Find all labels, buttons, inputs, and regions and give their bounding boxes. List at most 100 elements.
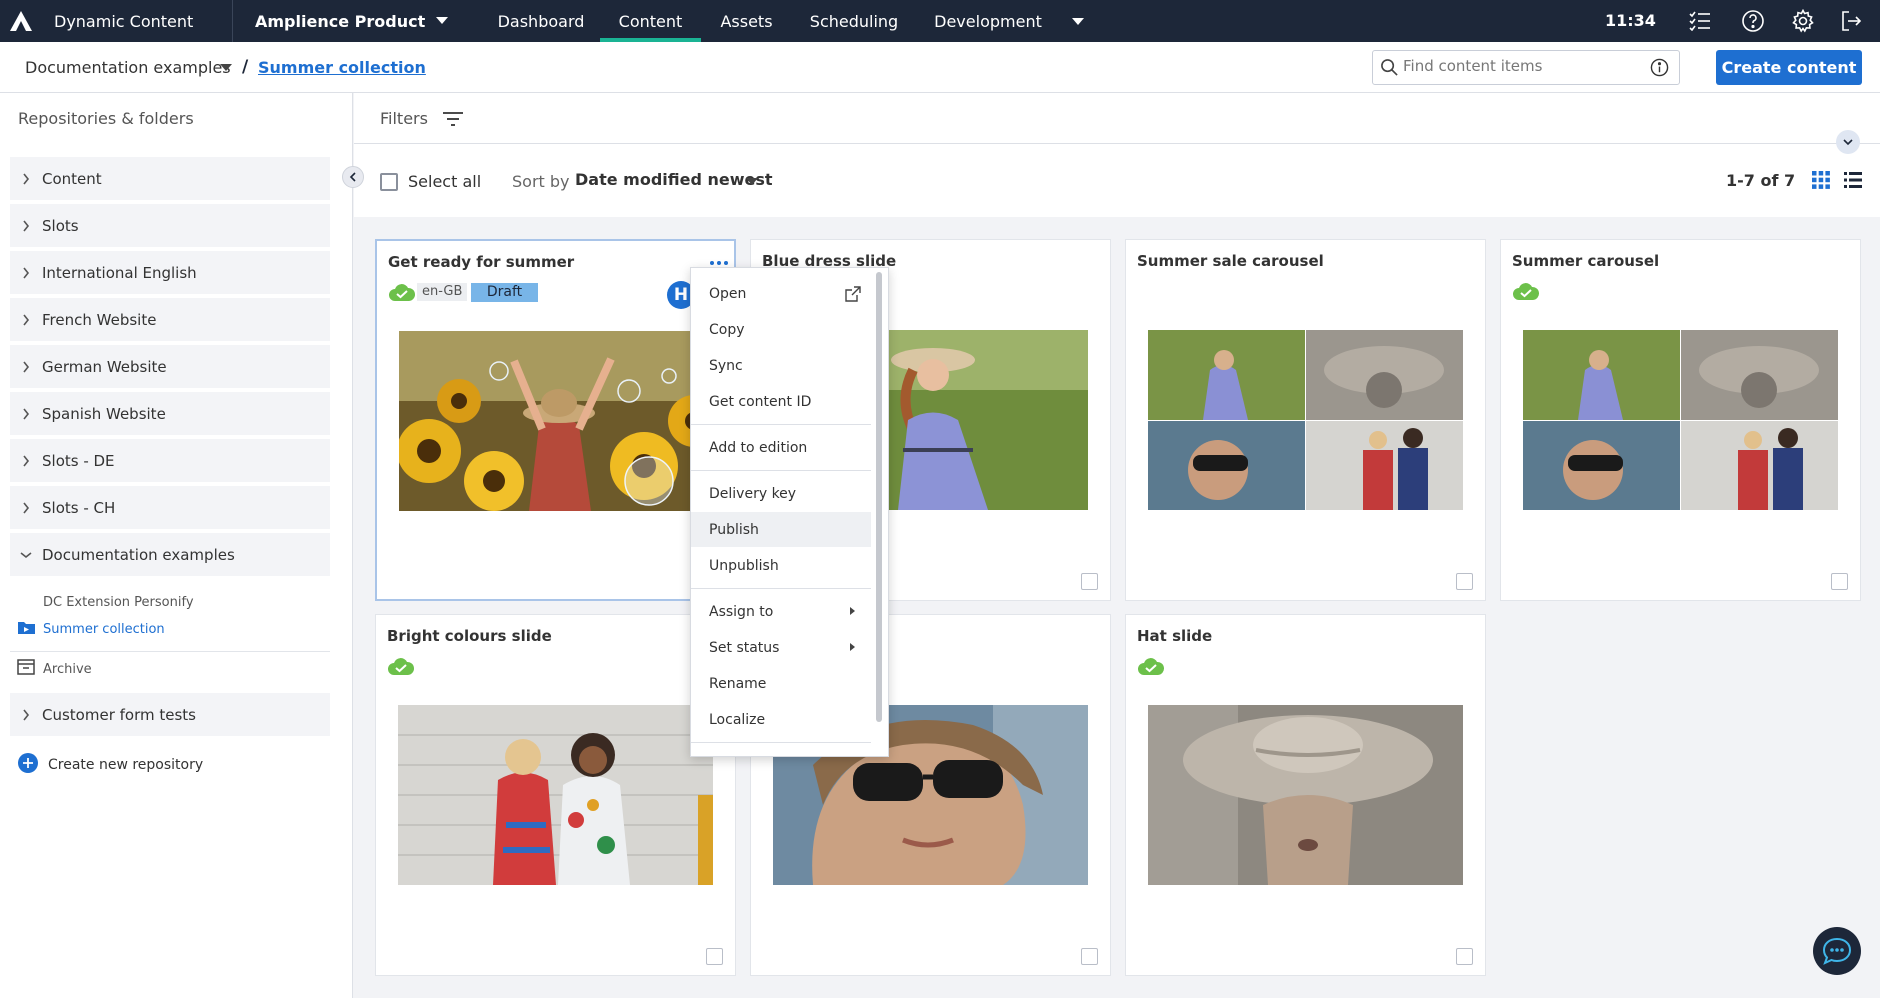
sidebar-item-german-website[interactable]: German Website — [10, 345, 330, 388]
menu-item-label: Set status — [709, 639, 780, 656]
menu-item-label: Open — [709, 285, 747, 302]
create-content-button[interactable]: Create content — [1716, 50, 1862, 85]
sidebar-item-slots-ch[interactable]: Slots - CH — [10, 486, 330, 529]
chat-button[interactable] — [1813, 927, 1861, 975]
menu-item-rename[interactable]: Rename — [691, 666, 871, 701]
breadcrumb-bar: Documentation examples / Summer collecti… — [0, 42, 1880, 93]
archive-icon — [17, 659, 35, 679]
cloud-check-icon — [388, 658, 415, 675]
card-checkbox[interactable] — [706, 948, 723, 965]
sidebar-item-label: Slots — [42, 216, 79, 235]
menu-item-unpublish[interactable]: Unpublish — [691, 548, 871, 583]
list-view-icon[interactable] — [1844, 171, 1862, 193]
menu-divider — [691, 742, 871, 743]
menu-item-sync[interactable]: Sync — [691, 348, 871, 383]
menu-item-copy[interactable]: Copy — [691, 312, 871, 347]
tasks-icon[interactable] — [1685, 6, 1715, 36]
grid-view-icon[interactable] — [1812, 171, 1830, 193]
chevron-down-icon — [10, 551, 42, 559]
sidebar-item-international-english[interactable]: International English — [10, 251, 330, 294]
content-card[interactable]: Hat slide — [1125, 614, 1486, 976]
sidebar-item-label: Spanish Website — [42, 404, 166, 423]
menu-item-assign-to[interactable]: Assign to — [691, 594, 871, 629]
content-card[interactable]: Summer sale carousel — [1125, 239, 1486, 601]
sidebar-item-documentation-examples[interactable]: Documentation examples — [10, 533, 330, 576]
card-checkbox[interactable] — [1081, 573, 1098, 590]
card-checkbox[interactable] — [1456, 948, 1473, 965]
add-icon — [17, 752, 39, 778]
card-checkbox[interactable] — [1456, 573, 1473, 590]
sidebar-item-slots-de[interactable]: Slots - DE — [10, 439, 330, 482]
content-card[interactable]: Get ready for summer en-GB Draft H — [375, 239, 736, 601]
settings-icon[interactable] — [1788, 6, 1818, 36]
sidebar-archive[interactable]: Archive — [17, 659, 92, 679]
help-icon[interactable] — [1738, 6, 1768, 36]
content-card[interactable]: Summer carousel — [1500, 239, 1861, 601]
chevron-right-icon — [10, 361, 42, 373]
create-repository-button[interactable]: Create new repository — [17, 752, 203, 778]
menu-item-open[interactable]: Open — [691, 276, 871, 311]
sidebar-folder-summer-collection[interactable]: Summer collection — [17, 620, 165, 639]
select-all-checkbox[interactable] — [380, 172, 398, 191]
menu-item-localize[interactable]: Localize — [691, 702, 871, 737]
filter-icon[interactable] — [442, 111, 464, 131]
create-repository-label: Create new repository — [48, 757, 204, 773]
sidebar-folder-label: Summer collection — [43, 622, 165, 637]
menu-item-add-to-edition[interactable]: Add to edition — [691, 430, 871, 465]
tab-scheduling[interactable]: Scheduling — [792, 0, 916, 42]
content-card[interactable]: Bright colours slide — [375, 614, 736, 976]
chevron-right-icon — [10, 173, 42, 185]
select-all-label: Select all — [408, 172, 482, 191]
sidebar-item-label: Content — [42, 169, 102, 188]
sidebar-item-slots[interactable]: Slots — [10, 204, 330, 247]
carousel-collage-image — [1523, 330, 1838, 510]
chevron-down-icon — [1071, 17, 1084, 25]
collapse-sidebar-button[interactable] — [342, 166, 364, 188]
breadcrumb-repo[interactable]: Documentation examples — [25, 58, 231, 77]
chevron-right-icon — [10, 709, 42, 721]
card-checkbox[interactable] — [1081, 948, 1098, 965]
sidebar-item-french-website[interactable]: French Website — [10, 298, 330, 341]
menu-item-get-content-id[interactable]: Get content ID — [691, 384, 871, 419]
sidebar-item-content[interactable]: Content — [10, 157, 330, 200]
sidebar-item-label: German Website — [42, 357, 167, 376]
sidebar-title: Repositories & folders — [18, 109, 194, 128]
menu-item-delivery-key[interactable]: Delivery key — [691, 476, 871, 511]
menu-item-set-status[interactable]: Set status — [691, 630, 871, 665]
tab-development-label: Development — [934, 11, 1042, 31]
sidebar-item-label: Customer form tests — [42, 705, 196, 724]
sidebar-item-customer-form-tests[interactable]: Customer form tests — [10, 693, 330, 736]
card-checkbox[interactable] — [1831, 573, 1848, 590]
info-icon[interactable] — [1650, 58, 1669, 81]
expand-filters-button[interactable] — [1836, 130, 1860, 154]
chevron-down-icon[interactable] — [220, 64, 232, 71]
search-input[interactable] — [1403, 57, 1643, 75]
hub-selector[interactable]: Amplience Product — [233, 0, 482, 42]
sidebar-folder-dc-extension[interactable]: DC Extension Personify — [43, 595, 194, 610]
tab-dashboard[interactable]: Dashboard — [482, 0, 600, 42]
breadcrumb-folder[interactable]: Summer collection — [258, 58, 426, 77]
card-title: Summer carousel — [1512, 252, 1660, 270]
context-menu: Open Copy Sync Get content ID Add to edi… — [690, 267, 889, 757]
chevron-right-icon — [10, 502, 42, 514]
cloud-check-icon — [389, 284, 416, 301]
app-name: Dynamic Content — [54, 11, 194, 31]
tab-development[interactable]: Development — [916, 0, 1084, 42]
chevron-down-icon[interactable] — [746, 178, 758, 185]
results-count: 1-7 of 7 — [1726, 171, 1796, 190]
menu-scrollbar[interactable] — [876, 272, 882, 722]
tab-assets[interactable]: Assets — [701, 0, 792, 42]
menu-item-publish[interactable]: Publish — [691, 512, 871, 547]
sidebar-item-label: Slots - CH — [42, 498, 116, 517]
amplience-logo-icon[interactable] — [0, 0, 42, 42]
filters-label[interactable]: Filters — [380, 109, 428, 128]
top-nav-bar: Dynamic Content Amplience Product Dashbo… — [0, 0, 1880, 42]
sidebar-item-spanish-website[interactable]: Spanish Website — [10, 392, 330, 435]
select-all[interactable]: Select all — [380, 172, 481, 191]
divider — [10, 651, 330, 652]
sort-select[interactable]: Date modified newest — [575, 170, 773, 189]
tab-content[interactable]: Content — [600, 0, 701, 42]
logout-icon[interactable] — [1836, 6, 1866, 36]
folder-open-icon — [17, 620, 36, 639]
hat-image — [1148, 705, 1463, 885]
